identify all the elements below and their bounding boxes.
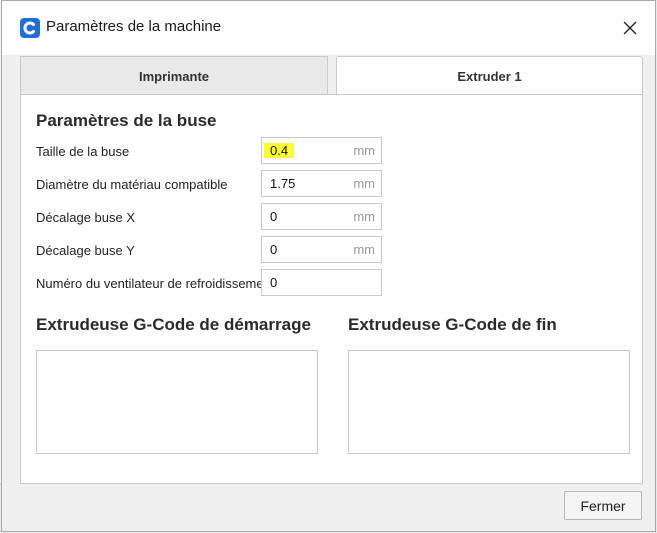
material-diameter-label: Diamètre du matériau compatible	[36, 177, 228, 192]
tab-imprimante[interactable]: Imprimante	[20, 56, 328, 95]
start-gcode-title: Extrudeuse G-Code de démarrage	[36, 315, 311, 334]
dialog-title: Paramètres de la machine	[46, 18, 222, 35]
close-button[interactable]: Fermer	[564, 491, 642, 520]
nozzle-size-input[interactable]: 0.4 mm	[261, 137, 382, 164]
nozzle-size-value: 0.4	[264, 143, 295, 158]
material-diameter-unit: mm	[353, 176, 375, 191]
nozzle-section-title: Paramètres de la buse	[36, 111, 217, 130]
material-diameter-input[interactable]: 1.75 mm	[261, 170, 382, 197]
nozzle-offset-y-value: 0	[270, 242, 278, 257]
machine-settings-dialog: Paramètres de la machine Imprimante Extr…	[1, 0, 656, 532]
end-gcode-textarea[interactable]	[348, 350, 630, 454]
nozzle-offset-y-label: Décalage buse Y	[36, 243, 135, 258]
cura-app-icon	[20, 18, 40, 38]
nozzle-size-unit: mm	[353, 143, 375, 158]
tab-extruder-1[interactable]: Extruder 1	[336, 56, 643, 95]
nozzle-offset-x-unit: mm	[353, 209, 375, 224]
nozzle-offset-y-unit: mm	[353, 242, 375, 257]
nozzle-offset-x-label: Décalage buse X	[36, 210, 136, 225]
start-gcode-textarea[interactable]	[36, 350, 318, 454]
cooling-fan-number-value: 0	[270, 275, 278, 290]
nozzle-offset-y-input[interactable]: 0 mm	[261, 236, 382, 263]
end-gcode-title: Extrudeuse G-Code de fin	[348, 315, 557, 334]
nozzle-size-label: Taille de la buse	[36, 144, 130, 159]
title-bar: Paramètres de la machine	[2, 1, 655, 55]
cooling-fan-number-label: Numéro du ventilateur de refroidissement	[36, 276, 262, 291]
cooling-fan-number-input[interactable]: 0	[261, 269, 382, 296]
extruder-settings-panel: Paramètres de la buse Taille de la buse …	[20, 94, 643, 484]
material-diameter-value: 1.75	[270, 176, 296, 191]
nozzle-offset-x-input[interactable]: 0 mm	[261, 203, 382, 230]
close-icon[interactable]	[619, 17, 641, 39]
nozzle-offset-x-value: 0	[270, 209, 278, 224]
